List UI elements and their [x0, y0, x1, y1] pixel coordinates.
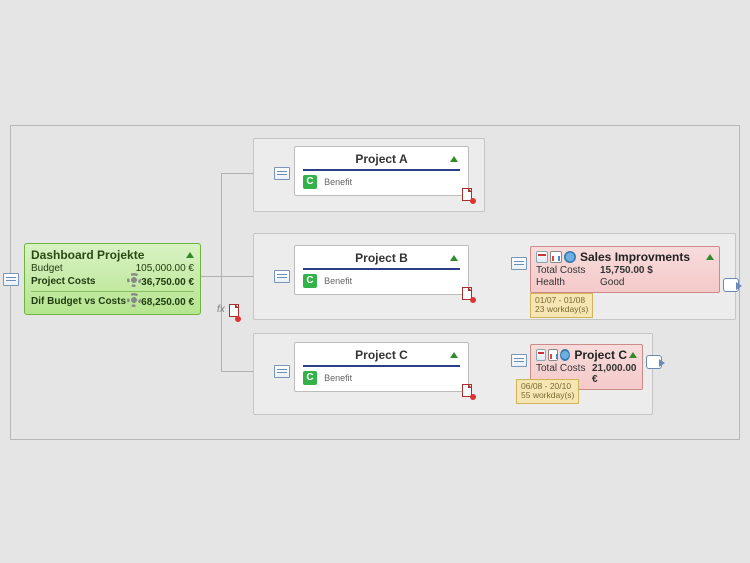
node-icon: [274, 167, 290, 180]
project-card-a[interactable]: Project A C Benefit: [294, 146, 469, 196]
dashboard-title: Dashboard Projekte: [31, 248, 144, 262]
connector: [221, 173, 222, 371]
project-title: Project C: [355, 348, 408, 362]
node-icon: [511, 257, 527, 270]
fx-icon: fx: [217, 304, 225, 315]
costs-label: Project Costs: [31, 276, 95, 287]
health-value: Good: [600, 277, 624, 288]
doc-icon: [229, 304, 239, 320]
project-card-c[interactable]: Project C C Benefit: [294, 342, 469, 392]
project-title: Project B: [355, 251, 408, 265]
collapse-icon[interactable]: [450, 156, 458, 162]
gear-icon: [129, 275, 139, 285]
status-badge: C: [303, 274, 317, 288]
calendar-icon: [536, 349, 546, 361]
node-icon: [3, 273, 19, 286]
diagram-canvas[interactable]: Dashboard Projekte Budget 105,000.00 € P…: [10, 125, 740, 440]
collapse-icon[interactable]: [706, 254, 714, 260]
project-card-b[interactable]: Project B C Benefit: [294, 245, 469, 295]
calendar-icon: [536, 251, 548, 263]
attachment-icon[interactable]: [462, 384, 474, 398]
dashboard-card[interactable]: Dashboard Projekte Budget 105,000.00 € P…: [24, 243, 201, 315]
detail-title: Project C: [574, 348, 627, 362]
card-rule: [303, 169, 460, 171]
attachment-icon[interactable]: [462, 188, 474, 202]
card-rule: [303, 268, 460, 270]
globe-icon: [564, 251, 576, 263]
globe-icon: [560, 349, 570, 361]
status-badge: C: [303, 371, 317, 385]
card-rule: [303, 365, 460, 367]
chart-icon: [548, 349, 558, 361]
period-badge-projc: 06/08 - 20/10 55 workday(s): [516, 379, 579, 404]
benefit-label: Benefit: [324, 177, 352, 187]
costs-value: 15,750.00 $: [600, 265, 653, 276]
connector: [201, 276, 221, 277]
dif-label: Dif Budget vs Costs: [31, 296, 126, 307]
connector: [221, 371, 253, 372]
status-badge: C: [303, 175, 317, 189]
collapse-icon[interactable]: [629, 352, 637, 358]
costs-label: Total Costs: [536, 265, 594, 276]
project-title: Project A: [355, 152, 407, 166]
chart-icon: [550, 251, 562, 263]
collapse-icon[interactable]: [186, 252, 194, 258]
connector: [221, 173, 253, 174]
link-out-icon[interactable]: [723, 278, 739, 292]
budget-value: 105,000.00 €: [136, 263, 194, 274]
node-icon: [274, 270, 290, 283]
connector: [221, 276, 253, 277]
costs-value: 36,750.00 €: [129, 275, 194, 288]
node-icon: [511, 354, 527, 367]
dif-value: 68,250.00 €: [129, 295, 194, 308]
benefit-label: Benefit: [324, 373, 352, 383]
collapse-icon[interactable]: [450, 255, 458, 261]
health-label: Health: [536, 277, 594, 288]
detail-title: Sales Improvments: [580, 250, 704, 264]
costs-value: 21,000.00 €: [592, 363, 637, 385]
detail-card-sales[interactable]: Sales Improvments Total Costs 15,750.00 …: [530, 246, 720, 293]
budget-label: Budget: [31, 263, 63, 274]
separator: [31, 291, 194, 292]
collapse-icon[interactable]: [450, 352, 458, 358]
attachment-icon[interactable]: [462, 287, 474, 301]
link-out-icon[interactable]: [646, 355, 662, 369]
node-icon: [274, 365, 290, 378]
benefit-label: Benefit: [324, 276, 352, 286]
period-badge-sales: 01/07 - 01/08 23 workday(s): [530, 293, 593, 318]
gear-icon: [129, 295, 139, 305]
